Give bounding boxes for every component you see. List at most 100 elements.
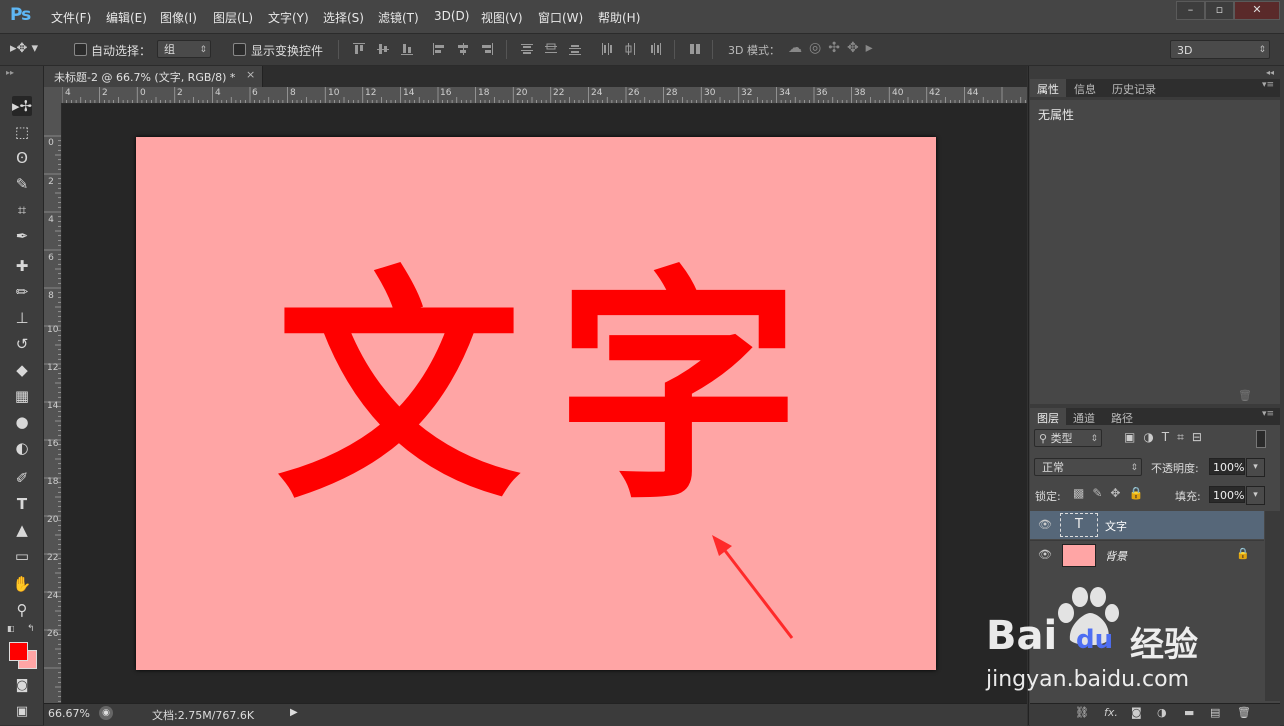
- trash-icon[interactable]: 🗑: [1238, 389, 1252, 402]
- menu-select[interactable]: 选择(S): [323, 9, 364, 26]
- align-hcenter-icon[interactable]: [456, 42, 470, 56]
- shape-tool-icon[interactable]: ▭: [12, 546, 32, 566]
- delete-layer-icon[interactable]: 🗑: [1237, 706, 1251, 719]
- eraser-tool-icon[interactable]: ◆: [12, 360, 32, 380]
- marquee-tool-icon[interactable]: ⬚: [12, 122, 32, 142]
- lasso-tool-icon[interactable]: ʘ: [12, 148, 32, 168]
- align-top-icon[interactable]: [352, 42, 366, 56]
- history-brush-tool-icon[interactable]: ↺: [12, 334, 32, 354]
- menu-file[interactable]: 文件(F): [51, 9, 91, 26]
- quick-mask-icon[interactable]: ◙: [12, 676, 32, 696]
- default-colors-icon[interactable]: ◧: [7, 624, 15, 633]
- menu-filter[interactable]: 滤镜(T): [378, 9, 419, 26]
- swap-colors-icon[interactable]: ↰: [27, 624, 35, 634]
- new-group-icon[interactable]: ▬: [1184, 706, 1194, 719]
- path-select-tool-icon[interactable]: ▲: [12, 520, 32, 540]
- menu-type[interactable]: 文字(Y): [268, 9, 309, 26]
- adjustment-layer-icon[interactable]: ◑: [1157, 706, 1167, 719]
- document-tab[interactable]: 未标题-2 @ 66.7% (文字, RGB/8) * ×: [44, 66, 263, 87]
- hand-tool-icon[interactable]: ✋: [12, 574, 32, 594]
- layer-name[interactable]: 背景: [1105, 548, 1127, 564]
- workspace-dropdown[interactable]: 3D ⇕: [1170, 40, 1270, 59]
- pen-tool-icon[interactable]: ✐: [12, 468, 32, 488]
- tab-history[interactable]: 历史记录: [1112, 81, 1156, 97]
- show-transform-checkbox[interactable]: [233, 43, 246, 56]
- menu-help[interactable]: 帮助(H): [598, 9, 640, 26]
- menu-edit[interactable]: 编辑(E): [106, 9, 147, 26]
- visibility-eye-icon[interactable]: 👁: [1038, 518, 1052, 531]
- layers-panel-menu-icon[interactable]: ▾≡: [1262, 409, 1274, 419]
- tab-properties[interactable]: 属性: [1037, 81, 1059, 97]
- distribute-hcenter-icon[interactable]: [624, 42, 638, 56]
- distribute-right-icon[interactable]: [648, 42, 662, 56]
- lock-options-icons[interactable]: ▩✎✥🔒: [1073, 486, 1151, 500]
- canvas-text-zi[interactable]: 字: [556, 267, 801, 512]
- healing-tool-icon[interactable]: ✚: [12, 256, 32, 276]
- tab-paths[interactable]: 路径: [1111, 410, 1133, 426]
- menu-view[interactable]: 视图(V): [481, 9, 523, 26]
- move-tool-icon[interactable]: ▸✢: [12, 96, 32, 116]
- align-bottom-icon[interactable]: [400, 42, 414, 56]
- collapse-panels-icon[interactable]: ◂◂: [1266, 68, 1274, 77]
- tab-layers[interactable]: 图层: [1037, 410, 1059, 426]
- opacity-dropdown-button[interactable]: ▾: [1246, 458, 1265, 477]
- crop-tool-icon[interactable]: ⌗: [12, 200, 32, 220]
- brush-tool-icon[interactable]: ✏: [12, 282, 32, 302]
- fill-dropdown-button[interactable]: ▾: [1246, 486, 1265, 505]
- blend-mode-dropdown[interactable]: 正常 ⇕: [1034, 458, 1142, 476]
- auto-select-dropdown[interactable]: 组 ⇕: [157, 40, 211, 58]
- minimize-button[interactable]: –: [1176, 1, 1205, 20]
- zoom-tool-icon[interactable]: ⚲: [12, 600, 32, 620]
- filter-toggle-switch[interactable]: [1256, 430, 1266, 448]
- blur-tool-icon[interactable]: ●: [12, 412, 32, 432]
- layer-filter-icons[interactable]: ▣◑T⌗⊟: [1124, 430, 1210, 445]
- distribute-bottom-icon[interactable]: [568, 42, 582, 56]
- move-tool-preset-icon[interactable]: ▸✥ ▾: [10, 41, 38, 56]
- gradient-tool-icon[interactable]: ▦: [12, 386, 32, 406]
- panel-menu-icon[interactable]: ▾≡: [1262, 80, 1274, 90]
- new-layer-icon[interactable]: ▤: [1210, 706, 1220, 719]
- horizontal-ruler[interactable]: 4 2 0 2 4 6 8 10 12 14 16 18 20 22 24 26…: [62, 87, 1027, 104]
- align-left-icon[interactable]: [432, 42, 446, 56]
- auto-align-icon[interactable]: [688, 42, 702, 56]
- foreground-color-swatch[interactable]: [9, 642, 28, 661]
- align-right-icon[interactable]: [480, 42, 494, 56]
- zoom-level[interactable]: 66.67%: [48, 707, 90, 720]
- tab-info[interactable]: 信息: [1074, 81, 1096, 97]
- visibility-eye-icon[interactable]: 👁: [1038, 548, 1052, 561]
- type-tool-icon[interactable]: T: [12, 494, 32, 514]
- fx-icon[interactable]: fx.: [1104, 706, 1118, 719]
- distribute-vcenter-icon[interactable]: [544, 42, 558, 56]
- close-window-button[interactable]: ✕: [1234, 1, 1280, 20]
- canvas-text-wen[interactable]: 文: [276, 267, 521, 512]
- screen-mode-icon[interactable]: ▣: [12, 702, 32, 722]
- ruler-origin[interactable]: [44, 87, 62, 103]
- distribute-top-icon[interactable]: [520, 42, 534, 56]
- layer-filter-dropdown[interactable]: ⚲ 类型 ⇕: [1034, 429, 1102, 447]
- layer-row-background[interactable]: 👁 背景 🔒: [1030, 540, 1264, 569]
- 3d-mode-icons[interactable]: ☁◎✣✥▸: [788, 40, 880, 56]
- menu-layer[interactable]: 图层(L): [213, 9, 253, 26]
- close-tab-icon[interactable]: ×: [246, 68, 255, 81]
- restore-button[interactable]: ▫: [1205, 1, 1234, 20]
- document-canvas[interactable]: 文 字: [136, 137, 936, 670]
- layer-name[interactable]: 文字: [1105, 518, 1127, 534]
- status-menu-arrow-icon[interactable]: ▶: [290, 707, 298, 718]
- layers-scrollbar[interactable]: [1265, 511, 1280, 701]
- menu-image[interactable]: 图像(I): [160, 9, 197, 26]
- menu-window[interactable]: 窗口(W): [538, 9, 583, 26]
- menu-3d[interactable]: 3D(D): [434, 9, 469, 23]
- tab-channels[interactable]: 通道: [1073, 410, 1095, 426]
- status-info-icon[interactable]: ◉: [99, 706, 113, 720]
- dodge-tool-icon[interactable]: ◐: [12, 438, 32, 458]
- quick-select-tool-icon[interactable]: ✎: [12, 174, 32, 194]
- vertical-ruler[interactable]: 0 2 4 6 8 10 12 14 16 18 20 22 24 26: [44, 103, 62, 703]
- stamp-tool-icon[interactable]: ⊥: [12, 308, 32, 328]
- link-layers-icon[interactable]: ⛓: [1075, 706, 1089, 719]
- distribute-left-icon[interactable]: [600, 42, 614, 56]
- opacity-input[interactable]: 100%: [1209, 458, 1245, 475]
- collapse-icon[interactable]: ▸▸: [6, 68, 14, 77]
- add-mask-icon[interactable]: ◙: [1131, 706, 1142, 719]
- auto-select-checkbox[interactable]: [74, 43, 87, 56]
- fill-input[interactable]: 100%: [1209, 486, 1245, 503]
